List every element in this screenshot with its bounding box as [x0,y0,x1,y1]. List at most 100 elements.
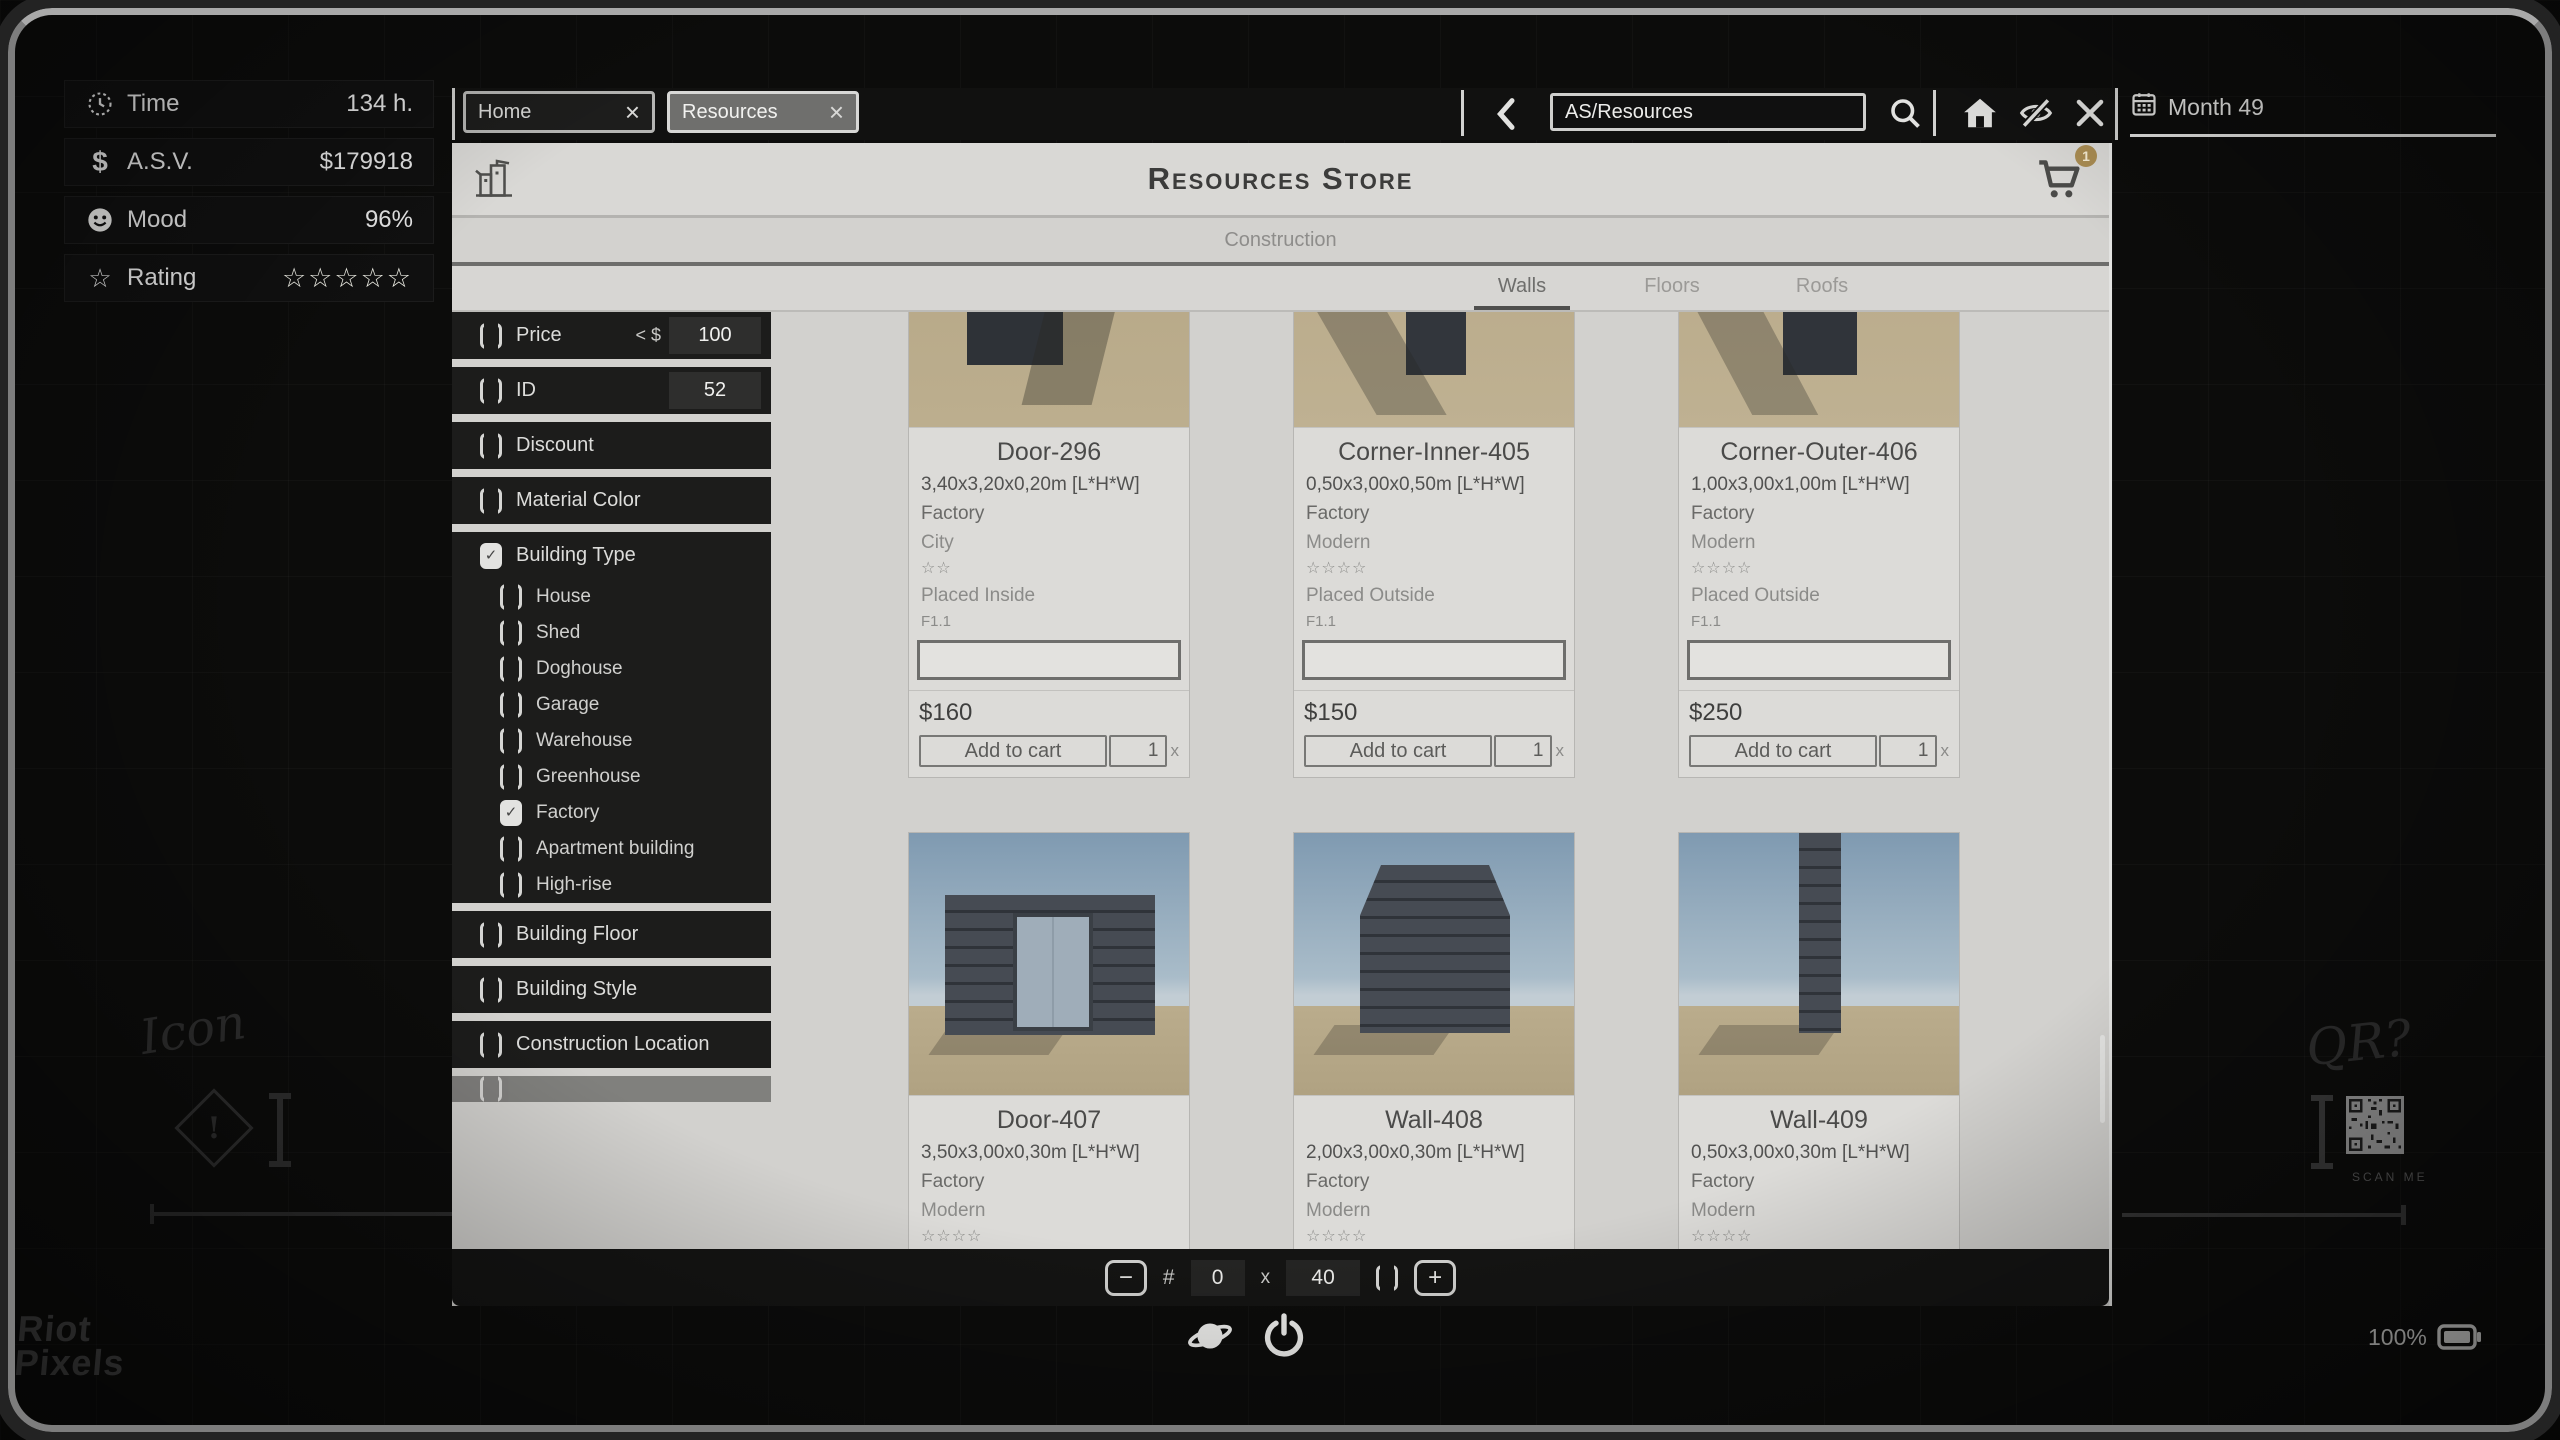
measure-line-right [2122,1213,2406,1217]
cart-count-badge: 1 [2075,145,2097,167]
home-icon[interactable] [1961,94,1999,132]
product-name: Door-407 [909,1106,1189,1135]
product-grid-row-2: Door-407 3,50x3,00x0,30m [L*H*W] Factory… [452,312,2109,1249]
active-subtab-underline [1474,306,1570,310]
battery-percent: 100% [2368,1324,2427,1351]
ibeam-decor-left [266,1092,294,1168]
stat-label: Mood [127,206,187,234]
product-dimensions: 2,00x3,00x0,30m [L*H*W] [1306,1142,1562,1164]
product-card: Wall-409 0,50x3,00x0,30m [L*H*W] Factory… [1678,832,1960,1249]
stat-row-time: Time 134 h. [64,80,434,128]
store-content: Price < $ 100 ID 52 [452,312,2109,1249]
address-text: AS/Resources [1565,101,1693,124]
month-indicator: Month 49 [2130,90,2496,137]
product-stars: ☆☆☆☆ [1691,1226,1947,1246]
game-screen: Icon ! QR? SCAN ME [0,0,2560,1440]
clock-icon [85,89,115,119]
pagination-bar: − # 0 x 40 + [452,1249,2109,1306]
exclamation-glyph: ! [189,1103,239,1153]
stat-value: $179918 [320,148,413,176]
page-number-input[interactable]: 0 [1191,1260,1245,1296]
tab-resources[interactable]: Resources × [667,91,859,133]
structure-shape [1360,865,1510,1033]
stat-row-asv: $ A.S.V. $179918 [64,138,434,186]
watermark-line-2: Pixels [13,1346,126,1380]
product-card: Wall-408 2,00x3,00x0,30m [L*H*W] Factory… [1293,832,1575,1249]
product-type: Factory [921,1171,1177,1193]
subtab-roofs[interactable]: Roofs [1762,275,1882,298]
battery-indicator: 100% [2368,1322,2483,1352]
resources-store-panel: Resources Store 1 Construction Walls Flo… [452,143,2112,1306]
watermark-line-1: Riot [16,1312,129,1346]
visibility-off-icon[interactable] [2017,94,2055,132]
hud-stats-panel: Time 134 h. $ A.S.V. $179918 Mood 96% ☆ … [64,80,434,312]
tab-label: Home [478,101,531,124]
stat-value: 134 h. [346,90,413,118]
subtab-floors[interactable]: Floors [1612,275,1732,298]
riot-pixels-watermark: Riot Pixels [13,1312,129,1380]
toolbar-divider [1933,90,1936,136]
page-times-label: x [1261,1267,1271,1289]
store-title: Resources Store [452,161,2109,197]
power-icon[interactable] [1260,1312,1308,1360]
product-dimensions: 0,50x3,00x0,30m [L*H*W] [1691,1142,1947,1164]
close-icon[interactable] [2071,94,2109,132]
address-bar[interactable]: AS/Resources [1550,93,1866,131]
stat-row-mood: Mood 96% [64,196,434,244]
stat-label: Time [127,90,179,118]
browser-toolbar: Home × Resources × AS/Resources [452,88,2118,140]
tab-close-icon[interactable]: × [815,99,844,125]
toolbar-divider [1461,90,1464,136]
product-style: Modern [1306,1200,1562,1222]
dollar-icon: $ [85,147,115,177]
scrollbar-thumb[interactable] [2100,1035,2105,1123]
product-style: Modern [1691,1200,1947,1222]
subtab-walls[interactable]: Walls [1462,275,1582,298]
items-per-page-input[interactable]: 40 [1286,1260,1360,1296]
mood-smiley-icon [85,205,115,235]
product-name: Wall-408 [1294,1106,1574,1135]
back-button[interactable] [1487,94,1527,134]
page-hash-label: # [1163,1266,1175,1290]
search-icon[interactable] [1887,95,1923,131]
product-image [1294,833,1574,1096]
stat-label: A.S.V. [127,148,193,176]
product-type: Factory [1691,1171,1947,1193]
store-subtabs: Walls Floors Roofs [452,266,2109,312]
system-buttons [1186,1312,1308,1360]
product-image [1679,833,1959,1096]
door-shape [1013,913,1093,1031]
qr-code [2346,1096,2404,1159]
product-dimensions: 3,50x3,00x0,30m [L*H*W] [921,1142,1177,1164]
category-tab-construction[interactable]: Construction [452,218,2109,266]
stat-value: 96% [365,206,413,234]
star-icon: ☆ [85,263,115,293]
stat-label: Rating [127,264,196,292]
page-plus-button[interactable]: + [1414,1260,1456,1296]
tab-home[interactable]: Home × [463,91,655,133]
product-image [909,833,1189,1096]
product-style: Modern [921,1200,1177,1222]
calendar-icon [2130,90,2158,124]
product-stars: ☆☆☆☆ [921,1226,1177,1246]
product-stars: ☆☆☆☆ [1306,1226,1562,1246]
tab-label: Resources [682,101,778,124]
tab-close-icon[interactable]: × [611,99,640,125]
product-card: Door-407 3,50x3,00x0,30m [L*H*W] Factory… [908,832,1190,1249]
page-minus-button[interactable]: − [1105,1260,1147,1296]
category-label: Construction [1224,229,1336,252]
measure-line-left [150,1212,482,1216]
stat-row-rating: ☆ Rating ☆☆☆☆☆ [64,254,434,302]
handwritten-qr-note: QR? [2303,1009,2414,1078]
rating-stars: ☆☆☆☆☆ [282,263,413,294]
scan-me-label: SCAN ME [2352,1170,2428,1184]
planet-icon[interactable] [1186,1312,1234,1360]
store-header: Resources Store 1 [452,143,2109,218]
product-name: Wall-409 [1679,1106,1959,1135]
product-type: Factory [1306,1171,1562,1193]
battery-icon [2437,1322,2483,1352]
month-label: Month 49 [2168,94,2264,121]
pagination-checkbox[interactable] [1376,1265,1398,1291]
structure-shape [1799,833,1841,1033]
ibeam-decor-right [2308,1094,2336,1170]
